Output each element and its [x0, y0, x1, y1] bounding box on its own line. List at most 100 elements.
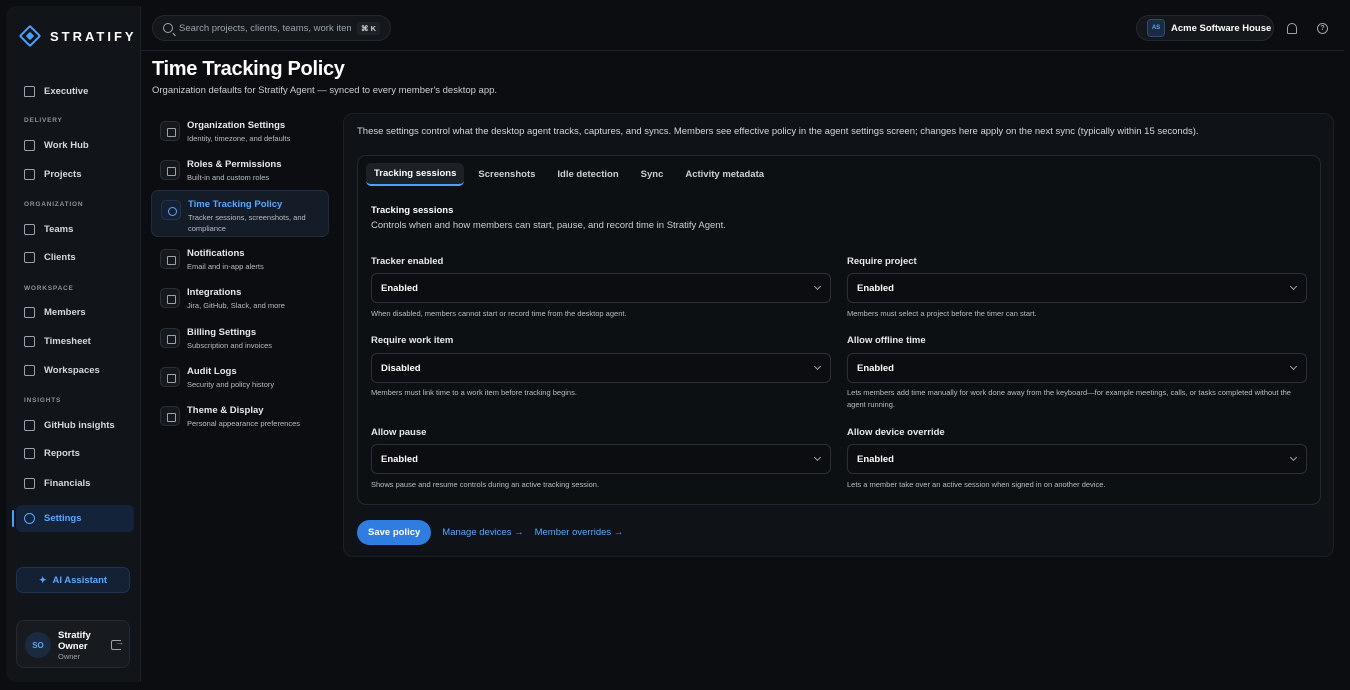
- allow-device-override-select[interactable]: Enabled: [847, 444, 1307, 474]
- workspaces-icon: [24, 365, 35, 376]
- search-input[interactable]: Search projects, clients, teams, work it…: [152, 15, 391, 41]
- sidebar-item-members[interactable]: Members: [16, 299, 134, 326]
- settings-nav-title: Notifications: [187, 248, 245, 259]
- select-value: Enabled: [857, 453, 894, 465]
- require-work-item-select[interactable]: Disabled: [371, 353, 831, 383]
- sidebar-item-timesheet[interactable]: Timesheet: [16, 328, 134, 355]
- bell-icon: [160, 249, 180, 269]
- settings-nav-theme[interactable]: Theme & Display Personal appearance pref…: [151, 397, 329, 444]
- org-switcher[interactable]: AS Acme Software House: [1136, 15, 1274, 41]
- sidebar-item-clients[interactable]: Clients: [16, 244, 134, 271]
- page-subtitle: Organization defaults for Stratify Agent…: [152, 85, 498, 96]
- settings-nav-desc: Identity, timezone, and defaults: [187, 134, 291, 143]
- teams-icon: [24, 224, 35, 235]
- settings-nav-title: Organization Settings: [187, 120, 286, 131]
- ai-assistant-label: AI Assistant: [52, 574, 108, 586]
- require-project-select[interactable]: Enabled: [847, 273, 1307, 303]
- sidebar-item-label: Work Hub: [44, 140, 89, 151]
- allow-pause-help: Shows pause and resume controls during a…: [371, 480, 600, 489]
- chevron-down-icon: [1289, 453, 1298, 462]
- sidebar-item-label: Settings: [44, 513, 82, 524]
- require-work-item-label: Require work item: [371, 335, 454, 346]
- chevron-down-icon: [813, 453, 822, 462]
- settings-nav-title: Integrations: [187, 287, 242, 298]
- logout-icon[interactable]: [111, 637, 124, 650]
- chevron-down-icon: [813, 282, 822, 291]
- policy-intro: These settings control what the desktop …: [357, 126, 1199, 137]
- require-project-label: Require project: [847, 256, 917, 267]
- settings-nav-desc: Email and in-app alerts: [187, 262, 264, 271]
- gear-icon: [24, 513, 35, 524]
- home-icon: [24, 86, 35, 97]
- require-work-item-help: Members must link time to a work item be…: [371, 388, 577, 397]
- select-value: Enabled: [381, 453, 418, 465]
- sidebar: STRATIFY Executive DELIVERY Work Hub Pro…: [6, 6, 141, 682]
- brand-logo[interactable]: STRATIFY: [18, 22, 137, 50]
- tab-sync[interactable]: Sync: [633, 163, 672, 186]
- sidebar-item-label: Reports: [44, 448, 80, 459]
- top-bar: Search projects, clients, teams, work it…: [141, 6, 1344, 51]
- help-icon[interactable]: ?: [1317, 23, 1328, 34]
- select-value: Enabled: [381, 282, 418, 294]
- sidebar-item-executive[interactable]: Executive: [16, 78, 134, 105]
- chevron-down-icon: [813, 362, 822, 371]
- settings-nav-desc: Subscription and invoices: [187, 341, 273, 350]
- sidebar-section-organization: ORGANIZATION: [24, 201, 84, 208]
- sidebar-item-label: Workspaces: [44, 365, 100, 376]
- select-value: Enabled: [857, 282, 894, 294]
- sidebar-item-label: Clients: [44, 252, 76, 263]
- tracker-enabled-label: Tracker enabled: [371, 256, 444, 267]
- tab-screenshots[interactable]: Screenshots: [470, 163, 543, 186]
- settings-nav-title: Roles & Permissions: [187, 159, 282, 170]
- policy-tabs: Tracking sessions Screenshots Idle detec…: [366, 163, 772, 186]
- allow-pause-select[interactable]: Enabled: [371, 444, 831, 474]
- settings-nav-time-tracking[interactable]: Time Tracking Policy Tracker sessions, s…: [151, 190, 329, 237]
- building-icon: [160, 121, 180, 141]
- sidebar-item-label: Executive: [44, 86, 89, 97]
- sidebar-item-work-hub[interactable]: Work Hub: [16, 132, 134, 159]
- brand-name: STRATIFY: [50, 28, 137, 44]
- select-value: Enabled: [857, 362, 894, 374]
- sidebar-item-label: Financials: [44, 478, 91, 489]
- section-description: Controls when and how members can start,…: [371, 220, 726, 231]
- sidebar-item-label: Projects: [44, 169, 82, 180]
- save-policy-button[interactable]: Save policy: [357, 520, 432, 545]
- bell-icon[interactable]: [1287, 23, 1297, 34]
- allow-device-override-help: Lets a member take over an active sessio…: [847, 480, 1106, 489]
- allow-device-override-label: Allow device override: [847, 427, 945, 438]
- search-icon: [163, 23, 173, 33]
- require-project-help: Members must select a project before the…: [847, 309, 1037, 318]
- tab-activity-metadata[interactable]: Activity metadata: [677, 163, 772, 186]
- shield-icon: [160, 160, 180, 180]
- settings-nav-title: Audit Logs: [187, 366, 237, 377]
- clock-icon: [161, 200, 181, 220]
- settings-nav-desc: Built-in and custom roles: [187, 173, 270, 182]
- sidebar-item-label: Members: [44, 307, 86, 318]
- settings-nav-title: Time Tracking Policy: [188, 199, 283, 210]
- ai-assistant-button[interactable]: ✦ AI Assistant: [16, 567, 130, 593]
- tracker-enabled-select[interactable]: Enabled: [371, 273, 831, 303]
- user-card[interactable]: SO Stratify Owner Owner: [16, 620, 130, 668]
- manage-devices-link[interactable]: Manage devices →: [442, 527, 523, 538]
- sidebar-item-label: Teams: [44, 224, 74, 235]
- palette-icon: [160, 406, 180, 426]
- allow-offline-time-help: Lets members add time manually for work …: [847, 388, 1291, 409]
- sidebar-item-financials[interactable]: Financials: [16, 470, 134, 497]
- sidebar-item-workspaces[interactable]: Workspaces: [16, 357, 134, 384]
- chevron-down-icon: [1289, 282, 1298, 291]
- sidebar-item-teams[interactable]: Teams: [16, 216, 134, 243]
- allow-offline-time-select[interactable]: Enabled: [847, 353, 1307, 383]
- sidebar-item-settings[interactable]: Settings: [12, 505, 134, 532]
- user-role: Owner: [58, 652, 81, 661]
- github-icon: [24, 420, 35, 431]
- credit-card-icon: [160, 328, 180, 348]
- org-name: Acme Software House: [1171, 22, 1272, 34]
- sidebar-item-projects[interactable]: Projects: [16, 161, 134, 188]
- sidebar-item-reports[interactable]: Reports: [16, 440, 134, 467]
- member-overrides-link[interactable]: Member overrides →: [535, 527, 624, 538]
- tab-tracking-sessions[interactable]: Tracking sessions: [366, 163, 465, 186]
- settings-nav-desc: Jira, GitHub, Slack, and more: [187, 301, 285, 310]
- tab-idle-detection[interactable]: Idle detection: [549, 163, 626, 186]
- search-placeholder: Search projects, clients, teams, work it…: [179, 22, 351, 34]
- sidebar-item-github-insights[interactable]: GitHub insights: [16, 412, 134, 439]
